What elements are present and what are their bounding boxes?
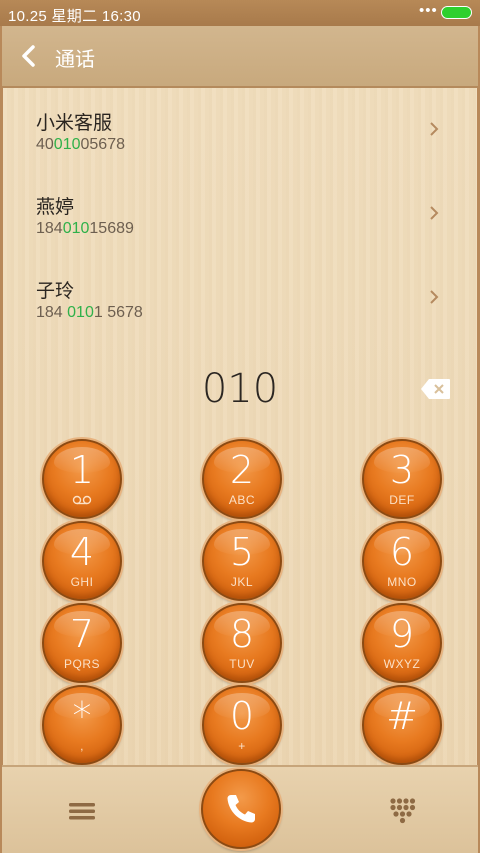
menu-icon[interactable] [68,801,96,821]
page-title: 通话 [55,49,95,71]
contact-name: 子玲 [36,281,75,302]
dialpad-icon[interactable] [387,797,417,825]
key-5[interactable]: 5 JKL [202,521,282,601]
contact-number: 4001005678 [36,136,125,153]
voicemail-icon [72,495,92,505]
key-4[interactable]: 4 GHI [42,521,122,601]
battery-icon [441,6,472,19]
contact-item[interactable]: 子玲 184 0101 5678 [2,256,478,340]
contact-number: 184 0101 5678 [36,304,143,321]
chevron-right-icon[interactable] [428,121,440,137]
key-1[interactable]: 1 [42,439,122,519]
key-6[interactable]: 6 MNO [362,521,442,601]
key-3[interactable]: 3 DEF [362,439,442,519]
status-dots: ••• [419,2,438,19]
key-0[interactable]: 0 + [202,685,282,765]
key-star[interactable]: * , [42,685,122,765]
phone-icon [227,795,255,823]
status-time: 10.25 星期二 16:30 [8,8,141,25]
contact-item[interactable]: 小米客服 4001005678 [2,88,478,172]
contact-name: 小米客服 [36,113,113,134]
key-hash[interactable]: # [362,685,442,765]
key-7[interactable]: 7 PQRS [42,603,122,683]
chevron-right-icon[interactable] [428,205,440,221]
chevron-left-icon[interactable] [18,42,40,70]
key-2[interactable]: 2 ABC [202,439,282,519]
key-8[interactable]: 8 TUV [202,603,282,683]
header: 通话 [2,26,478,88]
dialer-screen: 10.25 星期二 16:30 ••• 通话 小米客服 4001005678 燕… [0,0,480,853]
contact-name: 燕婷 [36,197,75,218]
call-button[interactable] [201,769,281,849]
chevron-right-icon[interactable] [428,289,440,305]
backspace-icon[interactable] [420,378,451,400]
contact-number: 18401015689 [36,220,134,237]
key-9[interactable]: 9 WXYZ [362,603,442,683]
contact-item[interactable]: 燕婷 18401015689 [2,172,478,256]
dial-input-display: 010 [201,366,279,412]
status-bar: 10.25 星期二 16:30 ••• [0,0,480,26]
